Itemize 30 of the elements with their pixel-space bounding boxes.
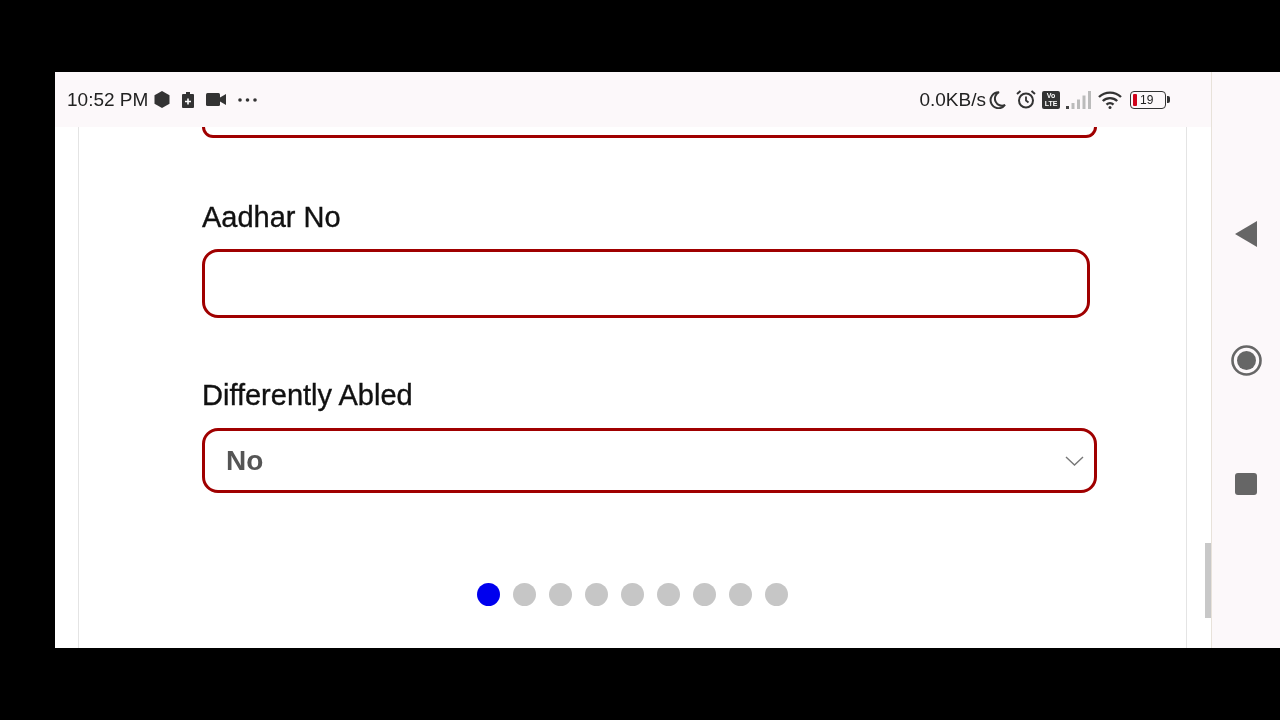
hexagon-icon	[154, 91, 171, 108]
input-field[interactable]	[202, 127, 1097, 138]
page-indicator-dot[interactable]	[549, 583, 572, 606]
more-icon	[238, 97, 258, 102]
field-label: Differently Abled	[202, 378, 413, 412]
scrollbar-thumb[interactable]	[1205, 543, 1211, 618]
page-indicator-dot[interactable]	[693, 583, 716, 606]
battery-indicator: 19	[1130, 90, 1170, 109]
field-label: Aadhar No	[202, 200, 341, 234]
video-camera-icon	[206, 93, 227, 106]
page-indicator-dot[interactable]	[477, 583, 500, 606]
network-speed: 0.0KB/s	[919, 88, 986, 111]
page-indicator-dot[interactable]	[729, 583, 752, 606]
input-field[interactable]	[202, 249, 1090, 318]
alarm-clock-icon	[1016, 90, 1036, 109]
page-indicator-dot[interactable]	[657, 583, 680, 606]
signal-bars-icon	[1066, 90, 1091, 109]
moon-icon	[989, 90, 1006, 109]
page-indicator-dot[interactable]	[765, 583, 788, 606]
page-indicator-dot[interactable]	[513, 583, 536, 606]
dropdown-field[interactable]: No	[202, 428, 1097, 493]
battery-plus-icon	[182, 91, 195, 108]
page-indicator-dot[interactable]	[621, 583, 644, 606]
home-icon[interactable]	[1230, 345, 1262, 376]
chevron-down-icon	[1065, 455, 1084, 466]
status-time: 10:52 PM	[67, 88, 149, 111]
page-indicator-dot[interactable]	[585, 583, 608, 606]
recent-apps-icon[interactable]	[1235, 473, 1257, 495]
back-icon[interactable]	[1235, 221, 1257, 247]
wifi-icon	[1098, 90, 1122, 109]
